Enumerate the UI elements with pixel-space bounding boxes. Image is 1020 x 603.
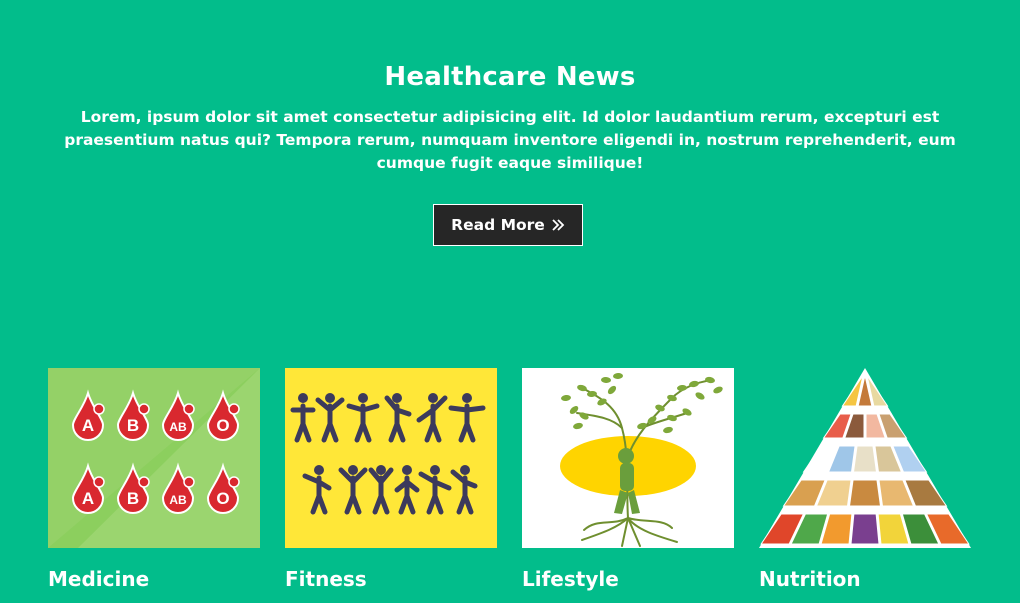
plus-badge-icon	[93, 403, 105, 415]
yoga-tree-image[interactable]	[522, 368, 734, 548]
blood-type-label: O	[216, 489, 229, 508]
exercise-figure-head	[462, 393, 472, 403]
exercise-figure-head	[460, 465, 470, 475]
minus-badge-icon	[228, 476, 240, 488]
plus-badge-icon	[183, 403, 195, 415]
exercise-figure-head	[325, 393, 335, 403]
category-label-lifestyle[interactable]: Lifestyle	[522, 567, 619, 591]
category-card-fitness[interactable]: Fitness	[285, 368, 497, 591]
hero-description: Lorem, ipsum dolor sit amet consectetur …	[64, 108, 956, 172]
read-more-button[interactable]: Read More	[433, 204, 583, 246]
minus-badge-icon	[93, 476, 105, 488]
food-item-shape	[850, 513, 880, 545]
blood-type-label: A	[82, 416, 94, 435]
plus-badge-icon	[138, 403, 150, 415]
exercise-figure-head	[314, 465, 324, 475]
exercise-figure-head	[430, 465, 440, 475]
blood-type-label: B	[127, 416, 139, 435]
blood-type-label: A	[82, 489, 94, 508]
exercise-figure-head	[392, 393, 402, 403]
page-title: Healthcare News	[384, 62, 636, 92]
category-label-nutrition[interactable]: Nutrition	[759, 567, 861, 591]
food-item-shape	[848, 479, 882, 507]
double-chevron-right-icon	[552, 219, 565, 231]
exercise-figure-head	[358, 393, 368, 403]
blood-types-image[interactable]: A B AB O A B AB O	[48, 368, 260, 548]
read-more-label: Read More	[451, 216, 545, 234]
blood-type-label: AB	[169, 420, 187, 434]
minus-badge-icon	[138, 476, 150, 488]
category-card-lifestyle[interactable]: Lifestyle	[522, 368, 734, 591]
category-card-medicine[interactable]: A B AB O A B AB O Medicine	[48, 368, 260, 591]
plus-badge-icon	[228, 403, 240, 415]
blood-type-label: O	[216, 416, 229, 435]
category-label-medicine[interactable]: Medicine	[48, 567, 149, 591]
exercise-figure-head	[428, 393, 438, 403]
exercise-figure-head	[402, 465, 412, 475]
exercise-figure-head	[298, 393, 308, 403]
exercise-figure-head	[348, 465, 358, 475]
minus-badge-icon	[183, 476, 195, 488]
food-item-shape	[852, 445, 878, 473]
category-label-fitness[interactable]: Fitness	[285, 567, 367, 591]
exercise-figures-image[interactable]	[285, 368, 497, 548]
exercise-figure-head	[376, 465, 386, 475]
blood-type-label: AB	[169, 493, 187, 507]
food-pyramid-image[interactable]	[759, 368, 971, 548]
blood-type-label: B	[127, 489, 139, 508]
category-card-nutrition[interactable]: Nutrition	[759, 368, 971, 591]
